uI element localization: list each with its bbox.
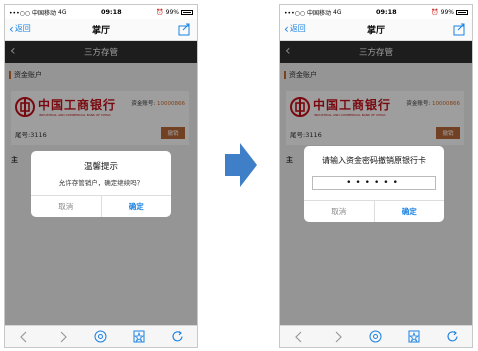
browser-toolbar <box>280 325 472 347</box>
dialog-buttons: 取消 确定 <box>31 195 171 217</box>
status-time: 09:18 <box>375 8 397 16</box>
back-label: 返回 <box>14 24 31 33</box>
browser-toolbar <box>5 325 197 347</box>
confirm-dialog: 温馨提示 允许存管销户，确定继续吗？ 取消 确定 <box>31 151 171 217</box>
bookmark-star-icon[interactable] <box>407 330 421 344</box>
battery-icon <box>181 9 193 15</box>
dialog-cancel-button[interactable]: 取消 <box>304 201 375 222</box>
network-label: 4G <box>58 8 67 16</box>
battery-percent: 99% <box>165 8 179 16</box>
share-icon[interactable] <box>178 23 191 36</box>
status-bar: •••○○ 中国移动 4G 09:18 ⏰ 99% <box>5 5 197 19</box>
dialog-cancel-button[interactable]: 取消 <box>31 196 102 217</box>
at-icon[interactable] <box>94 330 108 344</box>
dialog-message: 允许存管销户，确定继续吗？ <box>58 179 144 187</box>
forward-arrow-icon[interactable] <box>331 330 345 344</box>
alarm-icon: ⏰ <box>156 8 164 16</box>
back-arrow-icon[interactable] <box>17 330 31 344</box>
status-bar: •••○○ 中国移动 4G 09:18 ⏰ 99% <box>280 5 472 19</box>
password-dialog: 请输入资金密码撤销原银行卡 •••••• 取消 确定 <box>304 146 444 222</box>
right-arrow-icon <box>225 143 257 187</box>
share-icon[interactable] <box>453 23 466 36</box>
status-time: 09:18 <box>100 8 122 16</box>
password-input[interactable]: •••••• <box>312 176 436 190</box>
dialog-title: 温馨提示 <box>83 162 118 172</box>
chevron-left-icon: ‹ <box>9 21 14 36</box>
nav-title: 掌厅 <box>91 26 110 36</box>
carrier-label: •••○○ 中国移动 <box>284 9 331 17</box>
dialog-confirm-button[interactable]: 确定 <box>102 196 172 217</box>
dialog-confirm-button[interactable]: 确定 <box>375 201 445 222</box>
nav-bar: ‹ 返回 掌厅 <box>5 19 197 41</box>
battery-icon <box>456 9 468 15</box>
bookmark-star-icon[interactable] <box>132 330 146 344</box>
dialog-buttons: 取消 确定 <box>304 200 444 222</box>
alarm-icon: ⏰ <box>431 8 439 16</box>
dialog-title: 请输入资金密码撤销原银行卡 <box>322 156 426 165</box>
phone-screen-left: •••○○ 中国移动 4G 09:18 ⏰ 99% ‹ 返回 掌厅 ‹ 三方存管… <box>4 4 198 348</box>
network-label: 4G <box>333 8 342 16</box>
carrier-label: •••○○ 中国移动 <box>9 9 56 17</box>
nav-title: 掌厅 <box>366 26 385 36</box>
refresh-icon[interactable] <box>446 330 460 344</box>
battery-percent: 99% <box>440 8 454 16</box>
back-button[interactable]: ‹ 返回 <box>9 21 31 36</box>
phone-screen-right: •••○○ 中国移动 4G 09:18 ⏰ 99% ‹ 返回 掌厅 ‹ 三方存管… <box>279 4 473 348</box>
at-icon[interactable] <box>369 330 383 344</box>
back-label: 返回 <box>289 24 306 33</box>
nav-bar: ‹ 返回 掌厅 <box>280 19 472 41</box>
refresh-icon[interactable] <box>171 330 185 344</box>
back-arrow-icon[interactable] <box>292 330 306 344</box>
chevron-left-icon: ‹ <box>284 21 289 36</box>
back-button[interactable]: ‹ 返回 <box>284 21 306 36</box>
forward-arrow-icon[interactable] <box>56 330 70 344</box>
